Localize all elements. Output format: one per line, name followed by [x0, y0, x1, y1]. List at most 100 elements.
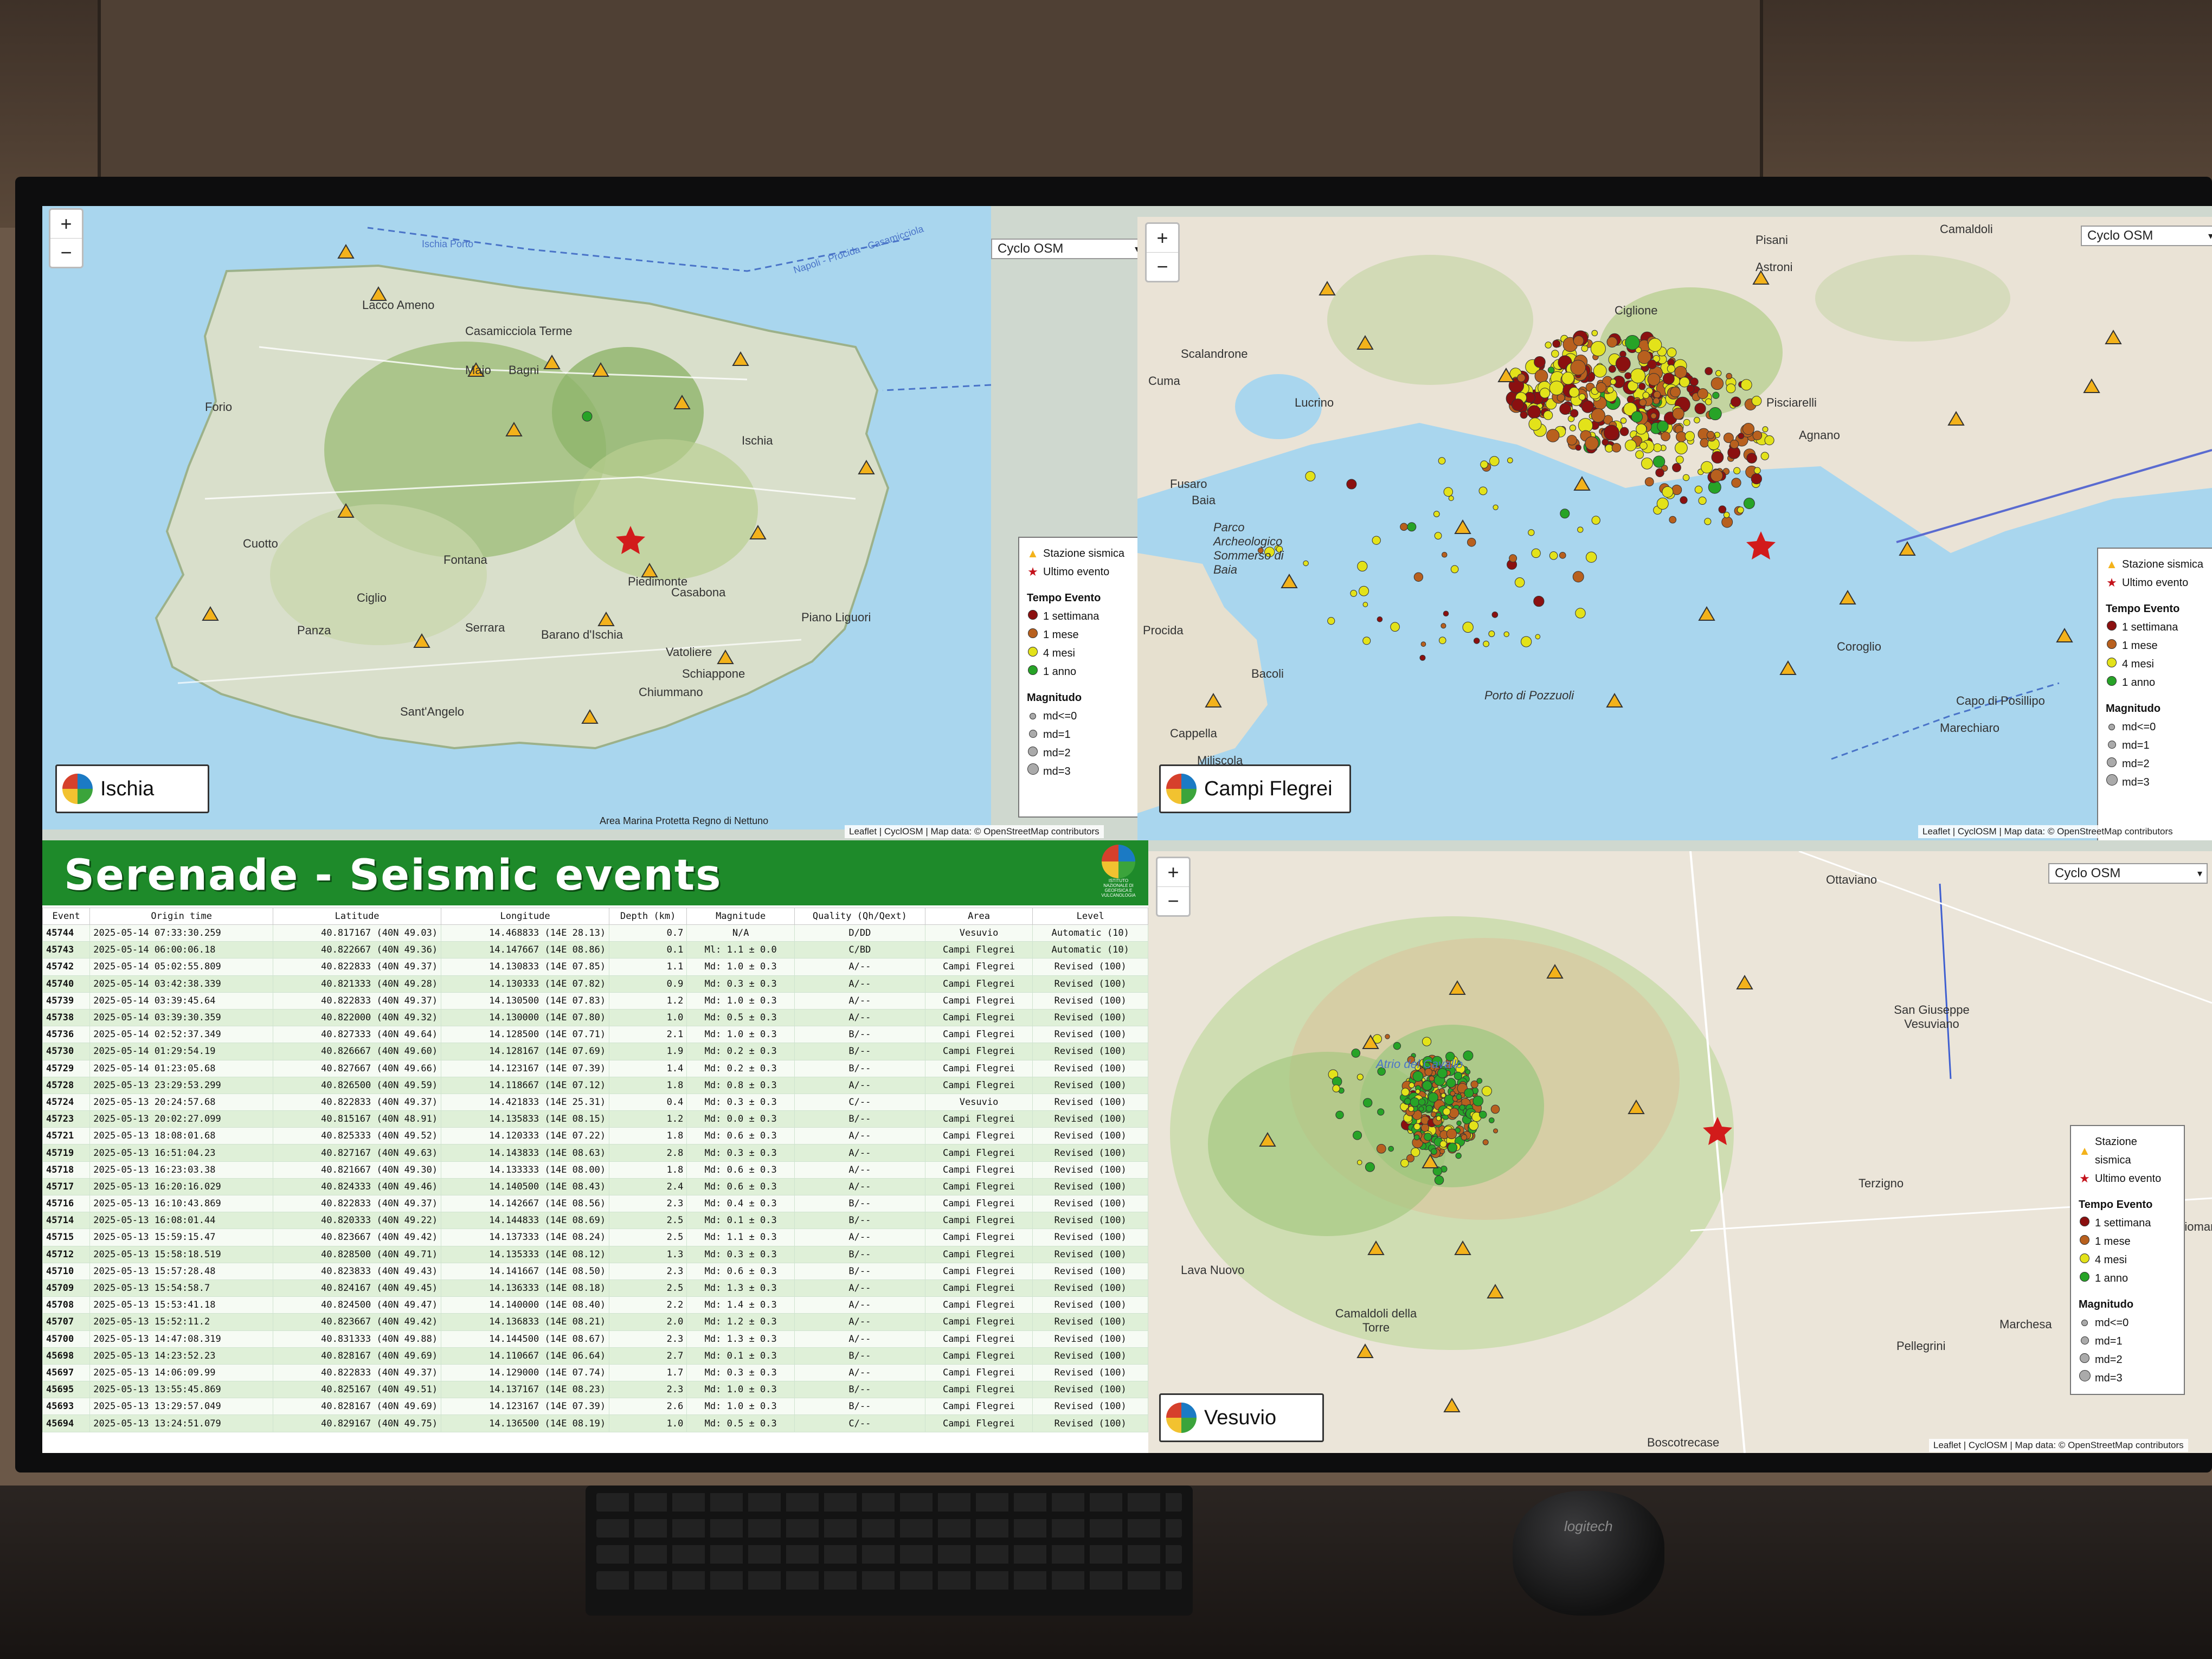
- seismic-event-marker[interactable]: [1469, 1121, 1479, 1131]
- column-header[interactable]: Quality (Qh/Qext): [794, 908, 925, 925]
- seismic-event-marker[interactable]: [1503, 631, 1509, 638]
- table-row[interactable]: 45715 2025-05-13 15:59:15.47 40.823667 (40…: [42, 1229, 1148, 1246]
- seismic-event-marker[interactable]: [1456, 1094, 1462, 1100]
- seismic-event-marker[interactable]: [1593, 364, 1607, 378]
- seismic-event-marker[interactable]: [1410, 1097, 1420, 1107]
- seismic-event-marker[interactable]: [1705, 367, 1713, 375]
- seismic-event-marker[interactable]: [1385, 1034, 1390, 1039]
- seismic-event-marker[interactable]: [1377, 616, 1383, 622]
- seismic-event-marker[interactable]: [1721, 516, 1733, 528]
- seismic-event-marker[interactable]: [1430, 1148, 1437, 1155]
- seismic-event-marker[interactable]: [1490, 1104, 1500, 1114]
- seismic-event-marker[interactable]: [1652, 397, 1660, 404]
- ve-zoom-in-button[interactable]: +: [1158, 858, 1189, 887]
- table-row[interactable]: 45694 2025-05-13 13:24:51.079 40.829167 (4…: [42, 1414, 1148, 1432]
- seismic-event-marker[interactable]: [1718, 505, 1727, 513]
- seismic-event-marker[interactable]: [1446, 1128, 1457, 1140]
- table-row[interactable]: 45730 2025-05-14 01:29:54.19 40.826667 (40…: [42, 1043, 1148, 1060]
- seismic-event-marker[interactable]: [1377, 1108, 1385, 1116]
- seismic-event-marker[interactable]: [1543, 410, 1553, 420]
- seismic-event-marker[interactable]: [1438, 457, 1446, 465]
- seismic-event-marker[interactable]: [1581, 345, 1589, 352]
- seismic-event-marker[interactable]: [1591, 408, 1605, 423]
- seismic-event-marker[interactable]: [1356, 1160, 1362, 1165]
- seismic-event-marker[interactable]: [1751, 473, 1762, 485]
- seismic-event-marker[interactable]: [1650, 413, 1657, 419]
- seismic-event-marker[interactable]: [1726, 372, 1732, 380]
- column-header[interactable]: Area: [924, 908, 1033, 925]
- ischia-zoom-in-button[interactable]: +: [50, 210, 82, 239]
- seismic-event-marker[interactable]: [1478, 486, 1488, 496]
- map-ischia[interactable]: Lacco Ameno Casamicciola Terme Majo Bagn…: [42, 206, 991, 829]
- seismic-event-marker[interactable]: [1549, 381, 1564, 396]
- table-row[interactable]: 45719 2025-05-13 16:51:04.23 40.827167 (40…: [42, 1144, 1148, 1162]
- seismic-event-marker[interactable]: [1590, 341, 1606, 357]
- seismic-event-marker[interactable]: [1652, 455, 1666, 468]
- seismic-event-marker[interactable]: [1401, 1088, 1410, 1096]
- seismic-event-marker[interactable]: [1353, 1130, 1362, 1140]
- seismic-event-marker[interactable]: [1443, 487, 1454, 497]
- seismic-event-marker[interactable]: [1446, 1078, 1456, 1088]
- seismic-event-marker[interactable]: [1672, 407, 1684, 420]
- seismic-event-marker[interactable]: [1671, 484, 1682, 495]
- seismic-event-marker[interactable]: [1743, 498, 1755, 510]
- seismic-event-marker[interactable]: [1572, 571, 1584, 583]
- column-header[interactable]: Longitude: [441, 908, 610, 925]
- seismic-event-marker[interactable]: [1647, 359, 1657, 369]
- seismic-event-marker[interactable]: [1420, 1123, 1430, 1132]
- seismic-event-marker[interactable]: [1631, 411, 1643, 423]
- seismic-event-marker[interactable]: [1667, 348, 1677, 358]
- seismic-event-marker[interactable]: [1686, 384, 1695, 393]
- ischia-map-canvas[interactable]: [42, 206, 991, 829]
- seismic-event-marker[interactable]: [1461, 1134, 1468, 1141]
- seismic-event-marker[interactable]: [1467, 538, 1476, 547]
- seismic-event-marker[interactable]: [1551, 350, 1559, 358]
- seismic-event-marker[interactable]: [1619, 427, 1629, 436]
- seismic-event-marker[interactable]: [1738, 433, 1745, 439]
- seismic-event-marker[interactable]: [1491, 612, 1499, 618]
- seismic-event-marker[interactable]: [1448, 496, 1454, 501]
- ischia-layer-select[interactable]: Cyclo OSM▾: [991, 239, 1145, 259]
- seismic-event-marker[interactable]: [1570, 359, 1586, 376]
- seismic-event-marker[interactable]: [1449, 1108, 1459, 1118]
- seismic-event-marker[interactable]: [1723, 511, 1730, 518]
- seismic-event-marker[interactable]: [1439, 1140, 1447, 1148]
- seismic-event-marker[interactable]: [1662, 372, 1675, 385]
- seismic-event-marker[interactable]: [1662, 486, 1674, 498]
- table-row[interactable]: 45724 2025-05-13 20:24:57.68 40.822833 (40…: [42, 1093, 1148, 1111]
- seismic-event-marker[interactable]: [1438, 636, 1446, 645]
- column-header[interactable]: Latitude: [273, 908, 442, 925]
- table-row[interactable]: 45736 2025-05-14 02:52:37.349 40.827333 (4…: [42, 1026, 1148, 1044]
- seismic-event-marker[interactable]: [1479, 1110, 1487, 1119]
- seismic-event-marker[interactable]: [1488, 631, 1495, 637]
- seismic-event-marker[interactable]: [1372, 536, 1381, 545]
- seismic-event-marker[interactable]: [1670, 387, 1681, 397]
- table-row[interactable]: 45693 2025-05-13 13:29:57.049 40.828167 (4…: [42, 1398, 1148, 1416]
- seismic-event-marker[interactable]: [1708, 407, 1722, 421]
- seismic-event-marker[interactable]: [1549, 551, 1558, 560]
- seismic-event-marker[interactable]: [1639, 398, 1647, 407]
- table-row[interactable]: 45698 2025-05-13 14:23:52.23 40.828167 (40…: [42, 1347, 1148, 1365]
- seismic-event-marker[interactable]: [1754, 467, 1761, 474]
- seismic-event-marker[interactable]: [1552, 339, 1561, 348]
- seismic-event-marker[interactable]: [1412, 1071, 1424, 1082]
- seismic-event-marker[interactable]: [1413, 572, 1424, 582]
- seismic-event-marker[interactable]: [1682, 474, 1690, 481]
- seismic-event-marker[interactable]: [1531, 548, 1541, 558]
- seismic-event-marker[interactable]: [1415, 1089, 1420, 1094]
- cf-zoom-in-button[interactable]: +: [1147, 224, 1178, 253]
- seismic-event-marker[interactable]: [1351, 1049, 1361, 1058]
- seismic-event-marker[interactable]: [1656, 497, 1669, 510]
- map-vesuvio[interactable]: Ottaviano San Giuseppe Vesuviano Terzign…: [1148, 851, 2212, 1453]
- seismic-event-marker[interactable]: [1639, 441, 1648, 450]
- table-row[interactable]: 45744 2025-05-14 07:33:30.259 40.817167 (4…: [42, 924, 1148, 942]
- seismic-event-marker[interactable]: [1566, 435, 1577, 446]
- seismic-event-marker[interactable]: [1436, 1115, 1442, 1121]
- ve-layer-select[interactable]: Cyclo OSM ▾: [2048, 863, 2208, 884]
- seismic-event-marker[interactable]: [1648, 338, 1662, 352]
- seismic-event-marker[interactable]: [1577, 526, 1584, 533]
- table-row[interactable]: 45700 2025-05-13 14:47:08.319 40.831333 (4…: [42, 1330, 1148, 1348]
- seismic-event-marker[interactable]: [1711, 451, 1724, 464]
- seismic-event-marker[interactable]: [1715, 370, 1722, 377]
- seismic-event-marker[interactable]: [1641, 457, 1653, 470]
